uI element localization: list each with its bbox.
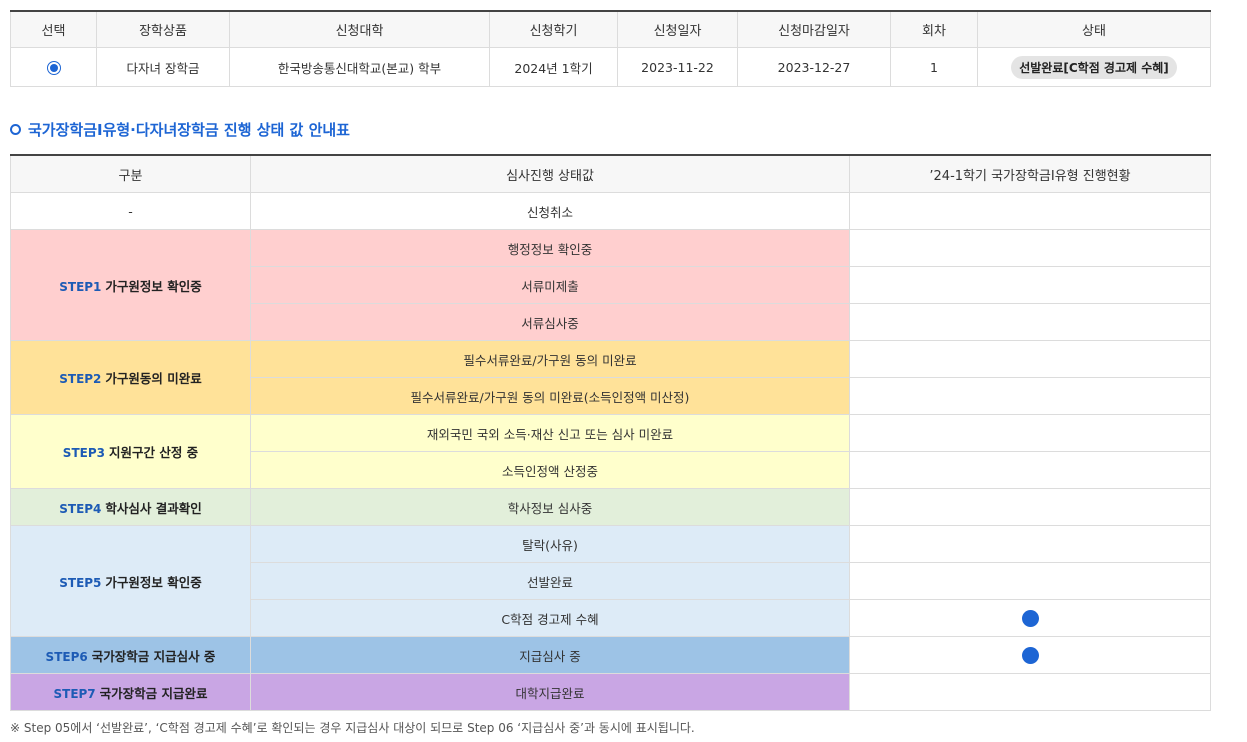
progress-cell bbox=[849, 525, 1211, 563]
status-value-cell: 필수서류완료/가구원 동의 미완료 bbox=[250, 340, 850, 378]
application-header-row: 선택 장학상품 신청대학 신청학기 신청일자 신청마감일자 회차 상태 bbox=[10, 11, 1211, 48]
step-label: 국가장학금 지급완료 bbox=[99, 685, 208, 701]
product-cell: 다자녀 장학금 bbox=[96, 47, 230, 87]
progress-cell bbox=[849, 488, 1211, 526]
status-value-cell: 행정정보 확인중 bbox=[250, 229, 850, 267]
status-value-cell: 대학지급완료 bbox=[250, 673, 850, 711]
table-row: STEP1 가구원정보 확인중 행정정보 확인중 bbox=[10, 229, 1211, 341]
step-label: 가구원정보 확인중 bbox=[105, 278, 202, 294]
step-code: STEP6 bbox=[45, 649, 88, 664]
progress-cell bbox=[849, 303, 1211, 341]
step-label: 국가장학금 지급심사 중 bbox=[91, 648, 216, 664]
table-row: - 신청취소 bbox=[10, 192, 1211, 230]
status-value-cell: 신청취소 bbox=[250, 192, 850, 230]
guide-title: 국가장학금I유형·다자녀장학금 진행 상태 값 안내표 bbox=[28, 120, 350, 139]
step-category-cell: STEP3 지원구간 산정 중 bbox=[10, 414, 251, 489]
header-semester: 신청학기 bbox=[489, 11, 618, 48]
header-round: 회차 bbox=[890, 11, 978, 48]
step-code: STEP1 bbox=[59, 279, 102, 294]
progress-cell bbox=[849, 192, 1211, 230]
step-code: STEP2 bbox=[59, 372, 102, 386]
semester-cell: 2024년 1학기 bbox=[489, 47, 618, 87]
step-category-cell: STEP4 학사심사 결과확인 bbox=[10, 488, 251, 526]
header-university: 신청대학 bbox=[229, 11, 490, 48]
guide-body: - 신청취소 STEP1 가구원정보 확인중 행정정보 확인중 서류미제출 서류심사중 S… bbox=[10, 192, 1211, 711]
step-label: 학사심사 결과확인 bbox=[105, 500, 202, 516]
step-label: 가구원동의 미완료 bbox=[105, 371, 202, 386]
step-label: 지원구간 산정 중 bbox=[108, 445, 199, 460]
header-current-progress: ’24-1학기 국가장학금I유형 진행현황 bbox=[849, 155, 1211, 193]
progress-cell bbox=[849, 562, 1211, 600]
select-cell bbox=[10, 47, 97, 87]
progress-cell bbox=[849, 377, 1211, 415]
step-category-cell: STEP6 국가장학금 지급심사 중 bbox=[10, 636, 251, 674]
header-deadline: 신청마감일자 bbox=[737, 11, 891, 48]
status-value-cell: 서류심사중 bbox=[250, 303, 850, 341]
header-status: 상태 bbox=[977, 11, 1211, 48]
header-select: 선택 bbox=[10, 11, 97, 48]
step-code: STEP3 bbox=[62, 446, 105, 460]
progress-cell bbox=[849, 340, 1211, 378]
category-cell: - bbox=[10, 192, 251, 230]
filled-circle-icon bbox=[1021, 646, 1039, 664]
step-code: STEP7 bbox=[53, 686, 96, 701]
status-guide-table: 구분 심사진행 상태값 ’24-1학기 국가장학금I유형 진행현황 - 신청취소… bbox=[10, 154, 1211, 711]
select-radio[interactable] bbox=[46, 60, 61, 75]
step-category-cell: STEP7 국가장학금 지급완료 bbox=[10, 673, 251, 711]
header-product: 장학상품 bbox=[96, 11, 230, 48]
step-code: STEP4 bbox=[59, 501, 102, 516]
header-review-status: 심사진행 상태값 bbox=[250, 155, 850, 193]
status-value-cell: 지급심사 중 bbox=[250, 636, 850, 674]
university-cell: 한국방송통신대학교(본교) 학부 bbox=[229, 47, 490, 87]
progress-cell bbox=[849, 229, 1211, 267]
status-value-cell: 선발완료 bbox=[250, 562, 850, 600]
step-category-cell: STEP5 가구원정보 확인중 bbox=[10, 525, 251, 637]
apply-date-cell: 2023-11-22 bbox=[617, 47, 738, 87]
status-value-cell: C학점 경고제 수혜 bbox=[250, 599, 850, 637]
status-value-cell: 필수서류완료/가구원 동의 미완료(소득인정액 미산정) bbox=[250, 377, 850, 415]
progress-cell bbox=[849, 599, 1211, 637]
guide-heading: 국가장학금I유형·다자녀장학금 진행 상태 값 안내표 bbox=[10, 118, 350, 140]
round-cell: 1 bbox=[890, 47, 978, 87]
status-cell: 선발완료[C학점 경고제 수혜] bbox=[977, 47, 1211, 87]
status-value-cell: 학사정보 심사중 bbox=[250, 488, 850, 526]
progress-cell bbox=[849, 636, 1211, 674]
table-row: STEP7 국가장학금 지급완료 대학지급완료 bbox=[10, 673, 1211, 711]
table-row: STEP4 학사심사 결과확인 학사정보 심사중 bbox=[10, 488, 1211, 526]
table-row: STEP3 지원구간 산정 중 재외국민 국외 소득·재산 신고 또는 심사 미완료 bbox=[10, 414, 1211, 489]
guide-header-row: 구분 심사진행 상태값 ’24-1학기 국가장학금I유형 진행현황 bbox=[10, 155, 1211, 193]
status-value-cell: 재외국민 국외 소득·재산 신고 또는 심사 미완료 bbox=[250, 414, 850, 452]
status-value-cell: 서류미제출 bbox=[250, 266, 850, 304]
application-table: 선택 장학상품 신청대학 신청학기 신청일자 신청마감일자 회차 상태 다자녀 … bbox=[10, 10, 1211, 87]
filled-circle-icon bbox=[1021, 609, 1039, 627]
table-row: STEP2 가구원동의 미완료 필수서류완료/가구원 동의 미완료 bbox=[10, 340, 1211, 415]
table-row[interactable]: 다자녀 장학금 한국방송통신대학교(본교) 학부 2024년 1학기 2023-… bbox=[10, 47, 1211, 87]
circle-bullet-icon bbox=[10, 123, 21, 135]
status-value-cell: 탈락(사유) bbox=[250, 525, 850, 563]
step-category-cell: STEP2 가구원동의 미완료 bbox=[10, 340, 251, 415]
header-category: 구분 bbox=[10, 155, 251, 193]
status-value-cell: 소득인정액 산정중 bbox=[250, 451, 850, 489]
step-category-cell: STEP1 가구원정보 확인중 bbox=[10, 229, 251, 341]
progress-cell bbox=[849, 414, 1211, 452]
progress-cell bbox=[849, 451, 1211, 489]
deadline-cell: 2023-12-27 bbox=[737, 47, 891, 87]
step-code: STEP5 bbox=[59, 575, 102, 590]
table-row: STEP5 가구원정보 확인중 탈락(사유) bbox=[10, 525, 1211, 637]
step-label: 가구원정보 확인중 bbox=[105, 574, 202, 590]
status-badge: 선발완료[C학점 경고제 수혜] bbox=[1011, 55, 1177, 79]
progress-cell bbox=[849, 266, 1211, 304]
header-apply-date: 신청일자 bbox=[617, 11, 738, 48]
table-row: STEP6 국가장학금 지급심사 중 지급심사 중 bbox=[10, 636, 1211, 674]
progress-cell bbox=[849, 673, 1211, 711]
footnote: ※ Step 05에서 ‘선발완료’, ‘C학점 경고제 수혜’로 확인되는 경… bbox=[10, 721, 695, 735]
